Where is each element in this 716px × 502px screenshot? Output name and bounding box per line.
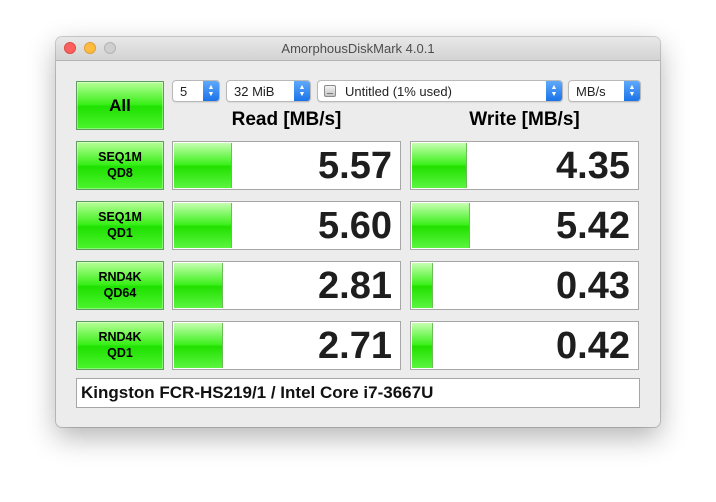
test-count-value: 5: [180, 84, 188, 99]
write-progress-bar: [412, 143, 468, 188]
comment-field[interactable]: Kingston FCR-HS219/1 / Intel Core i7-366…: [76, 378, 640, 408]
write-value: 4.35: [556, 145, 630, 187]
test-button-seq1m-qd1[interactable]: SEQ1M QD1: [76, 201, 164, 250]
disk-icon: [324, 85, 336, 97]
all-button[interactable]: All: [76, 81, 164, 130]
read-column-header: Read [MB/s]: [231, 109, 342, 130]
app-window: AmorphousDiskMark 4.0.1 All 5 ▲ ▼ 32 MiB …: [56, 37, 660, 427]
write-result-cell: 0.43: [410, 261, 639, 310]
write-value: 0.42: [556, 325, 630, 367]
test-button-label-line2: QD8: [107, 166, 133, 180]
read-value: 5.57: [318, 145, 392, 187]
test-button-label-line2: QD1: [107, 226, 133, 240]
unit-value: MB/s: [576, 84, 606, 99]
chevron-updown-icon: ▲ ▼: [203, 81, 219, 101]
test-size-select[interactable]: 32 MiB ▲ ▼: [226, 80, 311, 102]
write-value: 0.43: [556, 265, 630, 307]
write-column-header: Write [MB/s]: [469, 109, 580, 130]
test-button-rnd4k-qd1[interactable]: RND4K QD1: [76, 321, 164, 370]
test-button-label-line1: RND4K: [98, 270, 142, 284]
write-progress-bar: [412, 263, 434, 308]
target-disk-value: Untitled (1% used): [345, 84, 452, 99]
test-button-rnd4k-qd64[interactable]: RND4K QD64: [76, 261, 164, 310]
test-size-value: 32 MiB: [234, 84, 275, 99]
write-progress-bar: [412, 203, 470, 248]
read-progress-bar: [174, 203, 232, 248]
write-progress-bar: [412, 323, 434, 368]
read-value: 5.60: [318, 205, 392, 247]
write-result-cell: 4.35: [410, 141, 639, 190]
read-progress-bar: [174, 143, 232, 188]
chevron-updown-icon: ▲ ▼: [624, 81, 640, 101]
write-result-cell: 5.42: [410, 201, 639, 250]
chevron-updown-icon: ▲ ▼: [546, 81, 562, 101]
unit-select[interactable]: MB/s ▲ ▼: [568, 80, 641, 102]
window-title: AmorphousDiskMark 4.0.1: [281, 41, 435, 56]
test-button-seq1m-qd8[interactable]: SEQ1M QD8: [76, 141, 164, 190]
target-disk-select[interactable]: Untitled (1% used) ▲ ▼: [317, 80, 563, 102]
read-progress-bar: [174, 323, 223, 368]
test-button-label-line2: QD1: [107, 346, 133, 360]
test-button-label-line1: RND4K: [98, 330, 142, 344]
read-value: 2.81: [318, 265, 392, 307]
read-value: 2.71: [318, 325, 392, 367]
read-result-cell: 5.60: [172, 201, 401, 250]
read-progress-bar: [174, 263, 223, 308]
read-result-cell: 2.81: [172, 261, 401, 310]
write-value: 5.42: [556, 205, 630, 247]
test-button-label-line1: SEQ1M: [98, 210, 142, 224]
chevron-updown-icon: ▲ ▼: [294, 81, 310, 101]
read-result-cell: 5.57: [172, 141, 401, 190]
title-bar[interactable]: AmorphousDiskMark 4.0.1: [56, 37, 660, 61]
test-button-label-line1: SEQ1M: [98, 150, 142, 164]
read-result-cell: 2.71: [172, 321, 401, 370]
write-result-cell: 0.42: [410, 321, 639, 370]
test-count-select[interactable]: 5 ▲ ▼: [172, 80, 220, 102]
test-button-label-line2: QD64: [103, 286, 137, 300]
